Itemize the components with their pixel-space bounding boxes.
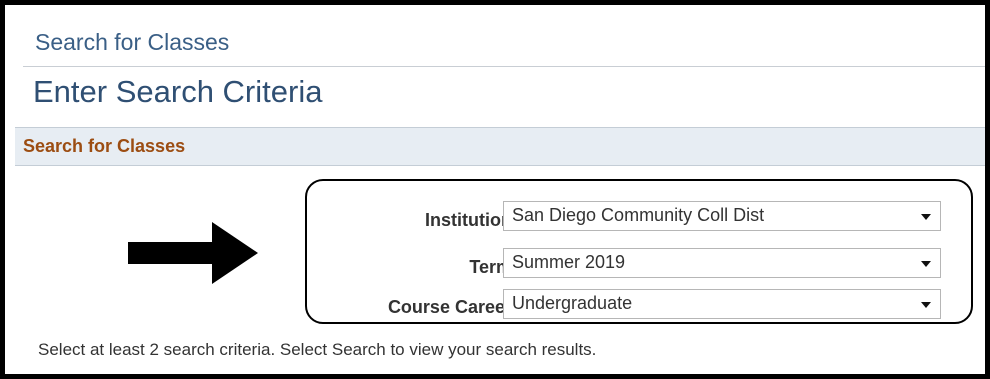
course-career-value: Undergraduate (512, 293, 633, 313)
chevron-down-icon[interactable] (921, 261, 931, 267)
course-career-label: Course Career (387, 297, 512, 317)
chevron-down-icon[interactable] (921, 302, 931, 308)
institution-select[interactable]: San Diego Community Coll Dist (503, 201, 941, 231)
term-value: Summer 2019 (512, 252, 626, 272)
arrow-right-icon (128, 222, 258, 284)
institution-label: Institution (425, 210, 512, 230)
institution-value: San Diego Community Coll Dist (512, 205, 765, 225)
breadcrumb[interactable]: Search for Classes (35, 29, 229, 56)
course-career-select[interactable]: Undergraduate (503, 289, 941, 319)
section-title: Search for Classes (23, 136, 186, 156)
page-title: Enter Search Criteria (33, 74, 323, 109)
instructions-text: Select at least 2 search criteria. Selec… (38, 340, 597, 359)
section-header: Search for Classes (15, 127, 985, 166)
screenshot-frame: Search for Classes Enter Search Criteria… (0, 0, 990, 379)
term-select[interactable]: Summer 2019 (503, 248, 941, 278)
chevron-down-icon[interactable] (921, 214, 931, 220)
header-divider (23, 66, 985, 67)
